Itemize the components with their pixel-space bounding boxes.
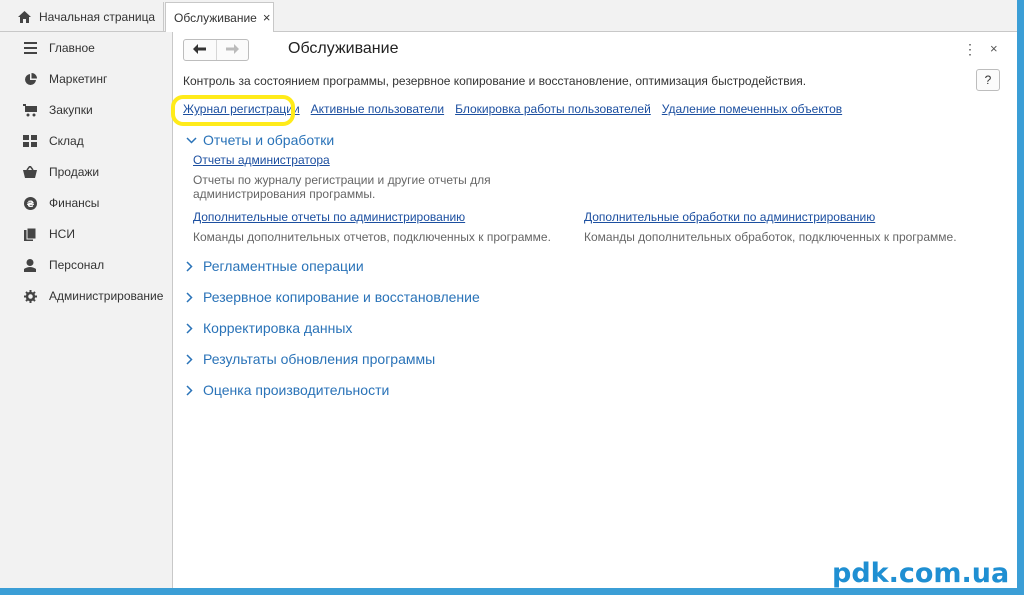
home-icon: [18, 10, 31, 23]
forward-button[interactable]: [215, 40, 249, 60]
arrow-left-icon: [193, 43, 207, 57]
sidebar-item-warehouse[interactable]: Склад: [0, 129, 172, 153]
sidebar-item-purchases[interactable]: Закупки: [0, 98, 172, 122]
section-data-correction[interactable]: Корректировка данных: [186, 320, 352, 336]
section-update-results[interactable]: Результаты обновления программы: [186, 351, 435, 367]
app-window: Начальная страница Обслуживание × Главно…: [0, 0, 1017, 588]
sidebar-item-label: Склад: [49, 134, 84, 148]
watermark-text: pdk.com.ua: [832, 558, 1010, 589]
chevron-right-icon: [186, 353, 200, 365]
page-description: Контроль за состоянием программы, резерв…: [183, 74, 807, 88]
basket-icon: [22, 164, 38, 180]
sidebar-item-label: Финансы: [49, 196, 100, 210]
pie-chart-icon: [22, 71, 38, 87]
sidebar-item-finance[interactable]: ₴ Финансы: [0, 191, 172, 215]
tab-bar: Начальная страница Обслуживание ×: [0, 0, 1017, 32]
back-button[interactable]: [184, 40, 216, 60]
section-title: Корректировка данных: [203, 320, 353, 336]
sidebar-item-label: Главное: [49, 41, 95, 55]
more-actions-icon[interactable]: ⋮: [963, 41, 977, 58]
section-title: Оценка производительности: [203, 382, 390, 398]
money-icon: ₴: [22, 195, 38, 211]
link-active-users[interactable]: Активные пользователи: [311, 102, 444, 116]
page-title: Обслуживание: [288, 40, 399, 57]
tab-service[interactable]: Обслуживание ×: [165, 2, 274, 32]
nav-buttons: [183, 39, 249, 61]
close-form-icon[interactable]: ×: [990, 41, 998, 56]
section-backup-restore[interactable]: Резервное копирование и восстановление: [186, 289, 480, 305]
cart-icon: [22, 102, 38, 118]
chevron-right-icon: [186, 322, 200, 334]
svg-text:₴: ₴: [26, 200, 34, 210]
link-admin-reports[interactable]: Отчеты администратора: [193, 153, 330, 167]
sidebar-item-label: Маркетинг: [49, 72, 108, 86]
tab-service-label: Обслуживание: [174, 10, 257, 25]
highlight-ring: [171, 95, 295, 126]
section-reports[interactable]: Отчеты и обработки: [186, 132, 334, 148]
sidebar-item-personnel[interactable]: Персонал: [0, 253, 172, 277]
extra-processing-desc: Команды дополнительных обработок, подклю…: [584, 230, 957, 244]
section-title: Отчеты и обработки: [203, 132, 335, 148]
main-panel: Обслуживание ⋮ × Контроль за состоянием …: [171, 32, 1017, 588]
chevron-right-icon: [186, 260, 200, 272]
link-delete-marked[interactable]: Удаление помеченных объектов: [662, 102, 842, 116]
sidebar-item-label: НСИ: [49, 227, 75, 241]
tab-home[interactable]: Начальная страница: [0, 2, 164, 31]
close-tab-icon[interactable]: ×: [263, 10, 271, 25]
arrow-right-icon: [225, 43, 239, 57]
sidebar-item-label: Продажи: [49, 165, 100, 179]
gear-icon: [22, 288, 38, 304]
section-title: Резервное копирование и восстановление: [203, 289, 480, 305]
help-button[interactable]: ?: [976, 69, 1000, 91]
chevron-right-icon: [186, 384, 200, 396]
sidebar-item-administration[interactable]: Администрирование: [0, 284, 172, 308]
sidebar-item-main[interactable]: Главное: [0, 36, 172, 60]
admin-reports-desc-2: администрирования программы.: [193, 187, 376, 201]
sidebar-item-sales[interactable]: Продажи: [0, 160, 172, 184]
sidebar-item-label: Персонал: [49, 258, 105, 272]
link-block-users[interactable]: Блокировка работы пользователей: [455, 102, 651, 116]
tab-home-label: Начальная страница: [39, 9, 156, 24]
admin-reports-desc-1: Отчеты по журналу регистрации и другие о…: [193, 173, 491, 187]
section-title: Результаты обновления программы: [203, 351, 436, 367]
section-performance[interactable]: Оценка производительности: [186, 382, 389, 398]
person-icon: [22, 257, 38, 273]
warehouse-icon: [22, 133, 38, 149]
extra-reports-desc: Команды дополнительных отчетов, подключе…: [193, 230, 551, 244]
link-extra-processing[interactable]: Дополнительные обработки по администриро…: [584, 210, 875, 224]
sidebar-item-label: Закупки: [49, 103, 93, 117]
link-extra-reports[interactable]: Дополнительные отчеты по администрирован…: [193, 210, 465, 224]
sidebar-item-label: Администрирование: [49, 289, 164, 303]
list-icon: [22, 40, 38, 56]
chevron-right-icon: [186, 291, 200, 303]
sidebar-item-marketing[interactable]: Маркетинг: [0, 67, 172, 91]
sidebar-item-nsi[interactable]: НСИ: [0, 222, 172, 246]
chevron-down-icon: [186, 136, 200, 144]
section-routine-operations[interactable]: Регламентные операции: [186, 258, 364, 274]
book-icon: [22, 226, 38, 242]
sidebar: Главное Маркетинг Закупки Склад Продажи: [0, 32, 173, 588]
section-title: Регламентные операции: [203, 258, 364, 274]
